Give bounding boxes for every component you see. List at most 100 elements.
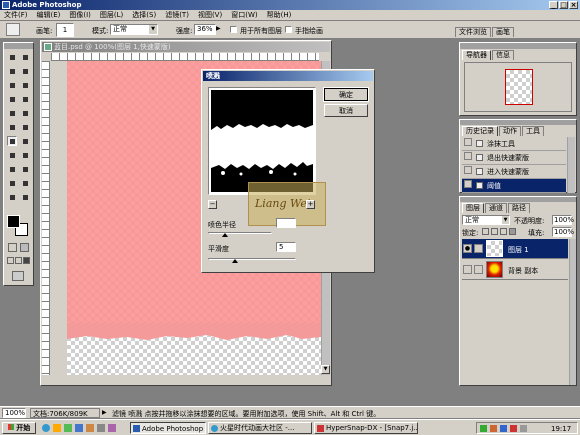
smoothness-slider-thumb[interactable] xyxy=(232,259,238,263)
play-arrow-icon[interactable]: ▶ xyxy=(102,409,107,416)
quick-mask-icon[interactable] xyxy=(20,243,29,252)
zoom-tool-icon[interactable] xyxy=(20,192,30,202)
zoom-in-button[interactable]: + xyxy=(306,200,315,209)
tab-paths[interactable]: 路径 xyxy=(508,203,530,213)
menu-item[interactable]: 视图(V) xyxy=(198,11,222,19)
eyedropper-tool-icon[interactable] xyxy=(20,178,30,188)
navigator-thumbnail[interactable] xyxy=(505,69,533,105)
doc-size-field[interactable]: 文档:706K/809K xyxy=(30,408,100,418)
task-photoshop[interactable]: Adobe Photoshop xyxy=(130,422,206,434)
tab-brushes[interactable]: 画笔 xyxy=(492,27,514,37)
marquee-tool-icon[interactable] xyxy=(7,52,17,62)
brush-tool-icon[interactable] xyxy=(20,94,30,104)
move-tool-icon[interactable] xyxy=(20,52,30,62)
magic-wand-tool-icon[interactable] xyxy=(20,66,30,76)
layers-scrollbar[interactable] xyxy=(569,239,576,385)
blend-mode-select[interactable]: 正常 ▼ xyxy=(462,215,510,225)
screen-mode-full-menu-icon[interactable] xyxy=(15,257,22,264)
close-button[interactable]: × xyxy=(569,1,578,9)
history-snapshot-icon[interactable] xyxy=(464,180,472,188)
eye-icon[interactable]: ● xyxy=(463,244,472,253)
menu-item[interactable]: 滤镜(T) xyxy=(165,11,189,19)
menu-item[interactable]: 帮助(H) xyxy=(267,11,292,19)
tray-icon-security[interactable] xyxy=(510,425,517,432)
all-layers-checkbox[interactable] xyxy=(230,26,237,33)
notes-tool-icon[interactable] xyxy=(7,178,17,188)
type-tool-icon[interactable] xyxy=(20,150,30,160)
path-selection-tool-icon[interactable] xyxy=(7,150,17,160)
foreground-color-swatch[interactable] xyxy=(7,215,20,228)
start-button[interactable]: 开始 xyxy=(2,422,36,434)
layer-row[interactable]: ● 图层 1 xyxy=(462,239,568,259)
shape-tool-icon[interactable] xyxy=(20,164,30,174)
scroll-down-button[interactable]: ▼ xyxy=(321,365,330,374)
document-title-bar[interactable]: 蓝目.psd @ 100%(图层 1,快速蒙版) xyxy=(42,42,330,52)
strength-input[interactable]: 36% xyxy=(194,24,216,35)
history-state[interactable]: 进入快速蒙版 xyxy=(462,165,566,179)
tab-history[interactable]: 历史记录 xyxy=(462,126,498,136)
healing-brush-tool-icon[interactable] xyxy=(7,94,17,104)
brush-picker[interactable]: 1 xyxy=(56,23,74,37)
fill-input[interactable]: 100% xyxy=(552,227,574,237)
filter-preview[interactable] xyxy=(211,90,313,192)
tray-icon-volume[interactable] xyxy=(490,425,497,432)
crop-tool-icon[interactable] xyxy=(7,80,17,90)
lock-image-icon[interactable] xyxy=(491,228,498,235)
screen-mode-standard-icon[interactable] xyxy=(7,257,14,264)
lock-all-icon[interactable] xyxy=(509,228,516,235)
spray-radius-input[interactable] xyxy=(276,218,296,228)
history-state[interactable]: 阈值 xyxy=(462,179,566,193)
tab-info[interactable]: 信息 xyxy=(492,50,514,60)
eraser-tool-icon[interactable] xyxy=(7,122,17,132)
task-hypersnap[interactable]: HyperSnap-DX - [Snap7.j... xyxy=(314,422,418,434)
menu-item[interactable]: 文件(F) xyxy=(4,11,28,19)
quick-launch-ie-icon[interactable] xyxy=(42,424,50,432)
smoothness-input[interactable]: 5 xyxy=(276,242,296,252)
menu-item[interactable]: 图像(I) xyxy=(69,11,91,19)
quick-launch-more-icon[interactable] xyxy=(108,424,116,432)
menu-item[interactable]: 图层(L) xyxy=(100,11,123,19)
layer-opacity-input[interactable]: 100% xyxy=(552,215,574,225)
spray-radius-slider-track[interactable] xyxy=(208,232,272,234)
zoom-out-button[interactable]: − xyxy=(208,200,217,209)
tab-layers[interactable]: 图层 xyxy=(462,203,484,213)
dodge-tool-icon[interactable] xyxy=(20,136,30,146)
history-snapshot-icon[interactable] xyxy=(464,138,472,146)
quick-launch-media-icon[interactable] xyxy=(64,424,72,432)
lock-transparency-icon[interactable] xyxy=(482,228,489,235)
lasso-tool-icon[interactable] xyxy=(7,66,17,76)
quick-launch-app-icon[interactable] xyxy=(86,424,94,432)
pen-tool-icon[interactable] xyxy=(7,164,17,174)
task-hxsd[interactable]: 火星时代动画大社区 -... xyxy=(208,422,312,434)
spray-radius-slider-thumb[interactable] xyxy=(222,233,228,237)
ok-button[interactable]: 确定 xyxy=(323,87,369,102)
quick-launch-extra-icon[interactable] xyxy=(97,424,105,432)
tray-icon-app[interactable] xyxy=(500,425,507,432)
history-state[interactable]: 退出快速蒙版 xyxy=(462,151,566,165)
tray-icon-ime[interactable] xyxy=(520,425,527,432)
tab-actions[interactable]: 动作 xyxy=(499,126,521,136)
zoom-field[interactable]: 100% xyxy=(2,408,26,418)
menu-item[interactable]: 选择(S) xyxy=(132,11,156,19)
finger-painting-checkbox[interactable] xyxy=(285,26,292,33)
tray-icon-network[interactable] xyxy=(480,425,487,432)
strength-dropdown-icon[interactable]: ▶ xyxy=(216,25,221,32)
standard-mode-icon[interactable] xyxy=(8,243,17,252)
lock-position-icon[interactable] xyxy=(500,228,507,235)
history-brush-tool-icon[interactable] xyxy=(20,108,30,118)
menu-item[interactable]: 编辑(E) xyxy=(37,11,61,19)
jump-to-imageready-icon[interactable] xyxy=(12,271,24,281)
history-scrollbar[interactable] xyxy=(567,137,575,193)
screen-mode-full-icon[interactable] xyxy=(23,257,30,264)
gradient-tool-icon[interactable] xyxy=(20,122,30,132)
history-snapshot-icon[interactable] xyxy=(464,166,472,174)
mode-select[interactable]: 正常 ▼ xyxy=(110,24,158,35)
slice-tool-icon[interactable] xyxy=(20,80,30,90)
smudge-tool-icon[interactable] xyxy=(6,23,20,36)
brush-link-icon[interactable] xyxy=(474,244,483,253)
quick-launch-outlook-icon[interactable] xyxy=(75,424,83,432)
clone-stamp-tool-icon[interactable] xyxy=(7,108,17,118)
tab-tool-presets[interactable]: 工具 xyxy=(522,126,544,136)
cancel-button[interactable]: 取消 xyxy=(324,104,368,117)
hand-tool-icon[interactable] xyxy=(7,192,17,202)
